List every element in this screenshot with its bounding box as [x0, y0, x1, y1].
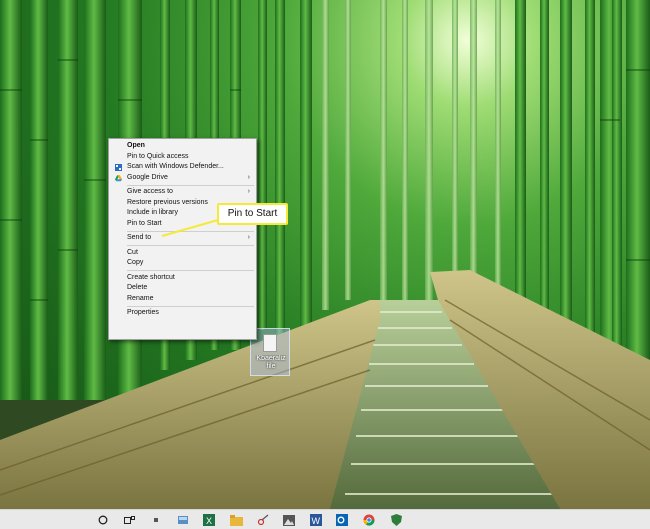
menu-separator	[127, 230, 254, 232]
chevron-right-icon: ›	[247, 173, 250, 181]
chevron-right-icon: ›	[247, 188, 250, 195]
outlook-icon[interactable]	[333, 512, 351, 528]
menu-item-copy[interactable]: Copy	[109, 258, 256, 269]
menu-item-cut[interactable]: Cut	[109, 248, 256, 259]
photos-icon[interactable]	[280, 512, 298, 528]
menu-item-label: Pin to Start	[127, 219, 162, 227]
svg-text:W: W	[312, 516, 321, 526]
desktop-wallpaper	[0, 0, 650, 509]
menu-item-delete[interactable]: Delete	[109, 283, 256, 294]
menu-item-open[interactable]: Open	[109, 141, 256, 152]
file-explorer-icon[interactable]	[227, 512, 245, 528]
tb-app2-icon[interactable]	[174, 512, 192, 528]
task-view-icon[interactable]	[120, 512, 138, 528]
desktop-icon-label: Kbaeraliz file	[256, 355, 286, 370]
menu-item-label: Open	[127, 142, 145, 149]
menu-item-label: Scan with Windows Defender...	[127, 163, 224, 170]
menu-separator	[127, 245, 254, 246]
taskbar: X W	[0, 509, 650, 529]
menu-item-create-shortcut[interactable]: Create shortcut	[109, 273, 256, 284]
menu-item-label: Properties	[127, 309, 159, 316]
menu-separator	[127, 270, 254, 271]
menu-item-label: Google Drive	[127, 173, 168, 181]
chrome-icon[interactable]	[360, 512, 378, 528]
menu-item-google-drive[interactable]: Google Drive ›	[109, 173, 256, 184]
bamboo-path-wallpaper-image	[0, 0, 650, 509]
menu-separator	[127, 184, 254, 186]
defender-icon	[115, 164, 122, 171]
menu-item-send-to[interactable]: Send to ›	[109, 233, 256, 244]
security-icon[interactable]	[387, 512, 405, 528]
menu-item-label: Delete	[127, 284, 148, 291]
menu-item-label: Pin to Quick access	[127, 152, 189, 160]
menu-item-pin-quick-access[interactable]: Pin to Quick access	[109, 152, 256, 163]
file-icon	[263, 334, 277, 352]
menu-item-scan-defender[interactable]: Scan with Windows Defender...	[109, 162, 256, 173]
menu-item-label: Restore previous versions	[127, 198, 208, 206]
menu-item-give-access[interactable]: Give access to ›	[109, 187, 256, 198]
word-icon[interactable]: W	[307, 512, 325, 528]
pin-to-start-callout: Pin to Start	[217, 203, 288, 225]
menu-item-properties[interactable]: Properties	[109, 308, 256, 319]
snipping-tool-icon[interactable]	[254, 512, 272, 528]
menu-item-label: Rename	[127, 294, 154, 302]
menu-item-label: Create shortcut	[127, 273, 175, 281]
menu-item-label: Cut	[127, 248, 138, 256]
tb-app-icon[interactable]	[147, 512, 165, 528]
google-drive-icon	[115, 174, 122, 181]
menu-item-label: Send to	[127, 234, 152, 241]
chevron-right-icon: ›	[247, 234, 250, 241]
menu-separator	[127, 305, 254, 307]
svg-text:X: X	[206, 516, 212, 526]
excel-icon[interactable]: X	[200, 512, 218, 528]
menu-item-rename[interactable]: Rename	[109, 294, 256, 305]
menu-item-label: Give access to	[127, 188, 173, 195]
menu-item-label: Include in library	[127, 209, 178, 216]
menu-item-label: Copy	[127, 259, 144, 266]
context-menu: Open Pin to Quick access Scan with Windo…	[108, 138, 257, 340]
cortana-search-icon[interactable]	[94, 512, 112, 528]
